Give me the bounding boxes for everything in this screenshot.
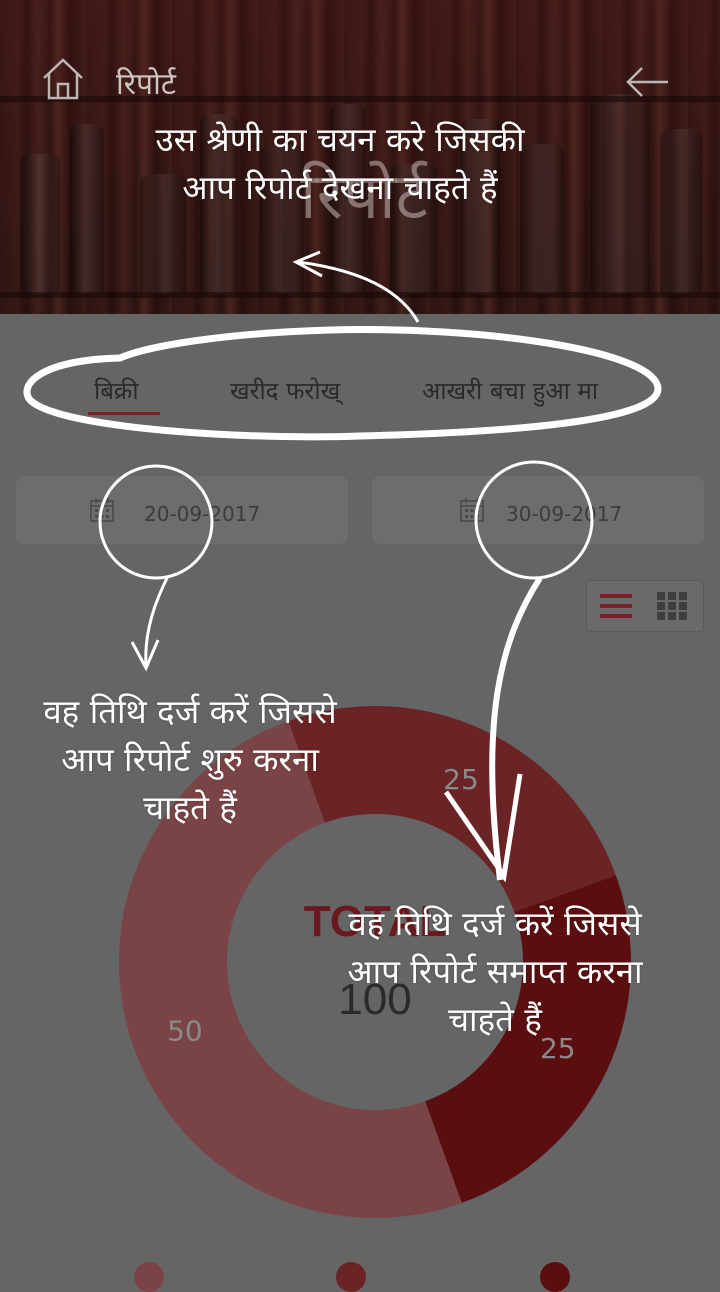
category-hint-line: उस श्रेणी का चयन करे जिसकी bbox=[155, 120, 525, 159]
end-date-highlight-circle bbox=[474, 460, 594, 580]
end-hint-line: वह तिथि दर्ज करें जिससे bbox=[348, 904, 642, 943]
category-hint: उस श्रेणी का चयन करे जिसकी आप रिपोर्ट दे… bbox=[60, 116, 620, 212]
end-date-hint: वह तिथि दर्ज करें जिससे आप रिपोर्ट समाप्… bbox=[300, 900, 690, 1044]
category-hint-line: आप रिपोर्ट देखना चाहते हैं bbox=[182, 167, 498, 207]
start-hint-arrow bbox=[144, 575, 170, 667]
start-hint-line: चाहते हैं bbox=[143, 787, 237, 827]
category-hint-arrow bbox=[297, 260, 420, 323]
tabs-highlight-ellipse bbox=[23, 326, 662, 441]
end-hint-line: चाहते हैं bbox=[448, 999, 542, 1039]
end-hint-arrow bbox=[489, 576, 543, 881]
start-date-hint: वह तिथि दर्ज करें जिससे आप रिपोर्ट शुरु … bbox=[0, 688, 380, 832]
start-date-highlight-circle bbox=[98, 464, 214, 580]
start-hint-line: वह तिथि दर्ज करें जिससे bbox=[43, 692, 337, 731]
start-hint-line: आप रिपोर्ट शुरु करना bbox=[61, 739, 319, 779]
end-hint-line: आप रिपोर्ट समाप्त करना bbox=[347, 951, 643, 991]
